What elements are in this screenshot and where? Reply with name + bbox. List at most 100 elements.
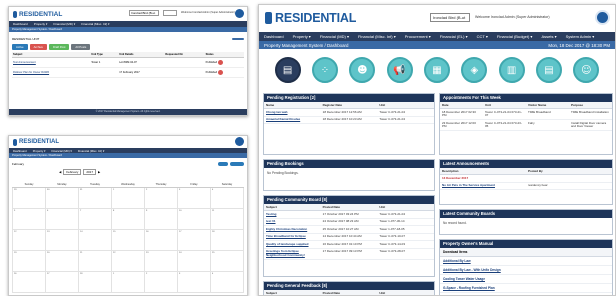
table-row[interactable]: Test Announcement Tower 1 Lot 8082-04-07… (12, 57, 244, 68)
calendar-day[interactable]: 17 (177, 228, 211, 251)
manual-download-link[interactable]: Cooling Tower Water Usage (440, 275, 612, 284)
calendar-day[interactable]: 3 (177, 186, 211, 209)
nav-item[interactable]: Financial (EL) ▾ (440, 34, 468, 39)
calendar-day[interactable]: 20 (45, 249, 79, 272)
avatar[interactable] (595, 10, 610, 25)
easel-icon[interactable]: ▤ (274, 57, 301, 83)
nav-item[interactable]: Property ▾ (293, 34, 311, 39)
table-row[interactable]: Greetings from Eclipse Neighborhood Comm… (264, 248, 434, 261)
calendar-day[interactable]: 5 (12, 207, 46, 230)
nav-item[interactable]: Dashboard (13, 22, 28, 26)
calendar-day[interactable]: 21 (78, 249, 112, 272)
cell[interactable]: Rollover Plan for Owner RAWR (12, 67, 91, 78)
table-cell[interactable]: No Air Pets in The Service Apartment (440, 182, 526, 191)
book-icon[interactable]: ▥ (498, 57, 525, 83)
manual-download-link[interactable]: Additional By Law (440, 257, 612, 266)
calendar-day[interactable]: 27 (45, 270, 79, 294)
nav-item[interactable]: Dashboard (13, 149, 27, 153)
building-icon[interactable]: ▦ (423, 57, 450, 83)
calendar-day[interactable]: 24 (177, 249, 211, 272)
manual-download-link[interactable]: Additional By Law - With Unfix Design (440, 266, 612, 275)
next-icon[interactable]: ▶ (98, 170, 100, 174)
calendar-day[interactable]: 7 (78, 207, 112, 230)
unit-select[interactable]: Ironclad Bird (B-ut (430, 13, 470, 22)
file-icon[interactable]: ▤ (535, 57, 562, 83)
calendar-day[interactable]: 9 (144, 207, 178, 230)
nav-item[interactable]: Financial (MD) ▾ (51, 149, 71, 153)
avatar[interactable] (235, 137, 244, 146)
manual-download-link[interactable]: G-Space - Roofing Furnished Plan (440, 284, 612, 293)
calendar-day[interactable]: 18 (210, 228, 244, 251)
tab-all[interactable]: All Posts (71, 44, 91, 50)
row-link[interactable]: Chong tan wah (264, 108, 321, 117)
row-link[interactable]: Quality of landscape supplied (264, 240, 321, 249)
tab-active[interactable]: Active (12, 44, 28, 50)
delete-button[interactable] (217, 70, 223, 75)
calendar-day[interactable]: 26 (12, 270, 46, 294)
year-select[interactable]: 2017 (83, 169, 97, 175)
row-link[interactable]: Time Broadband for Eclipse (264, 233, 321, 242)
calendar-day[interactable]: 12 (12, 228, 46, 251)
nav-item[interactable]: Financial (Misc. Inf) ▾ (78, 149, 104, 153)
table-row[interactable]: No Air Pets in The Service Apartment resi… (440, 182, 612, 191)
calendar-day[interactable]: 1 (111, 186, 145, 209)
table-row[interactable]: test 01 24 October 2017 08:23 AM Tower 1-0… (264, 218, 434, 227)
calendar-day[interactable]: 6 (45, 207, 79, 230)
calendar-day[interactable]: 25 (210, 249, 244, 272)
calendar-day[interactable]: 13 (45, 228, 79, 251)
list-view-button[interactable] (218, 162, 228, 166)
megaphone-icon[interactable]: 📢 (386, 57, 413, 83)
block-select[interactable] (163, 10, 177, 16)
month-select[interactable]: February (63, 169, 82, 175)
new-post-button[interactable] (232, 37, 244, 40)
nav-item[interactable]: Property ▾ (34, 22, 48, 26)
calendar-day[interactable]: 2 (144, 186, 178, 209)
tab-draft[interactable]: Draft Post (48, 44, 70, 50)
nav-item[interactable]: Financial (Misc. Inf) ▾ (358, 34, 396, 39)
row-link[interactable]: Amaerial Kamal Rosdee (264, 116, 321, 125)
calendar-day[interactable]: 29 (12, 186, 46, 209)
table-row[interactable]: Quality of landscape supplied 16 December… (264, 240, 434, 249)
calendar-day[interactable]: 16 (144, 228, 178, 251)
delete-button[interactable] (217, 60, 223, 65)
calendar-day[interactable]: 8 (111, 207, 145, 230)
calendar-day[interactable]: 23 (144, 249, 178, 272)
person-card-icon[interactable]: ☺ (573, 57, 600, 83)
people-icon[interactable]: ☻ (349, 57, 376, 83)
table-row[interactable]: Testing 17 October 2017 03:24 PM Tower C-0… (264, 210, 434, 219)
calendar-dots-icon[interactable]: ⁘ (311, 57, 338, 83)
calendar-day[interactable]: 14 (78, 228, 112, 251)
brand-logo[interactable]: RESIDENTIAL (13, 10, 62, 18)
nav-item[interactable]: Dashboard (264, 34, 284, 39)
table-row[interactable]: 18 December 2017 02:30 PM Tower C-073-21-… (440, 108, 612, 121)
nav-item[interactable]: CCT ▾ (477, 34, 488, 39)
new-event-button[interactable] (230, 162, 244, 166)
calendar-day[interactable]: 1 (111, 270, 145, 294)
nav-item[interactable]: Property ▾ (33, 149, 46, 153)
table-row[interactable]: Eighty Christmas Decoration 25 October 20… (264, 225, 434, 234)
calendar-day[interactable]: 4 (210, 270, 244, 294)
unit-select[interactable]: Ironclad Bird (B-ut (129, 10, 159, 16)
avatar[interactable] (235, 9, 244, 18)
row-link[interactable]: test 01 (264, 218, 321, 227)
calendar-day[interactable]: 30 (45, 186, 79, 209)
table-row[interactable]: Chong tan wah 18 December 2017 12:56 AM To… (264, 108, 434, 117)
row-link[interactable]: Eighty Christmas Decoration (264, 225, 321, 234)
prev-icon[interactable]: ◀ (59, 170, 61, 174)
calendar-day[interactable]: 19 (12, 249, 46, 272)
nav-item[interactable]: Procurement ▾ (405, 34, 431, 39)
brand-logo[interactable]: RESIDENTIAL (265, 11, 356, 25)
nav-item[interactable]: Financial (MD) ▾ (320, 34, 349, 39)
nav-item[interactable]: Financial (MD) ▾ (53, 22, 75, 26)
calendar-day[interactable]: 4 (210, 186, 244, 209)
calendar-day[interactable]: 31 (78, 186, 112, 209)
calendar-day[interactable]: 28 (78, 270, 112, 294)
nav-item[interactable]: Assets ▾ (541, 34, 556, 39)
brand-logo[interactable]: RESIDENTIAL (13, 138, 59, 146)
table-row[interactable]: Time Broadband for Eclipse 14 December 20… (264, 233, 434, 242)
table-row[interactable]: 23 December 2017 12:00 PM Tower C-073-21-… (440, 119, 612, 132)
tab-archive[interactable]: Archive (29, 44, 47, 50)
table-row[interactable]: 13 December 2017 (440, 174, 612, 183)
calendar-day[interactable]: 10 (177, 207, 211, 230)
calendar-day[interactable]: 2 (144, 270, 178, 294)
